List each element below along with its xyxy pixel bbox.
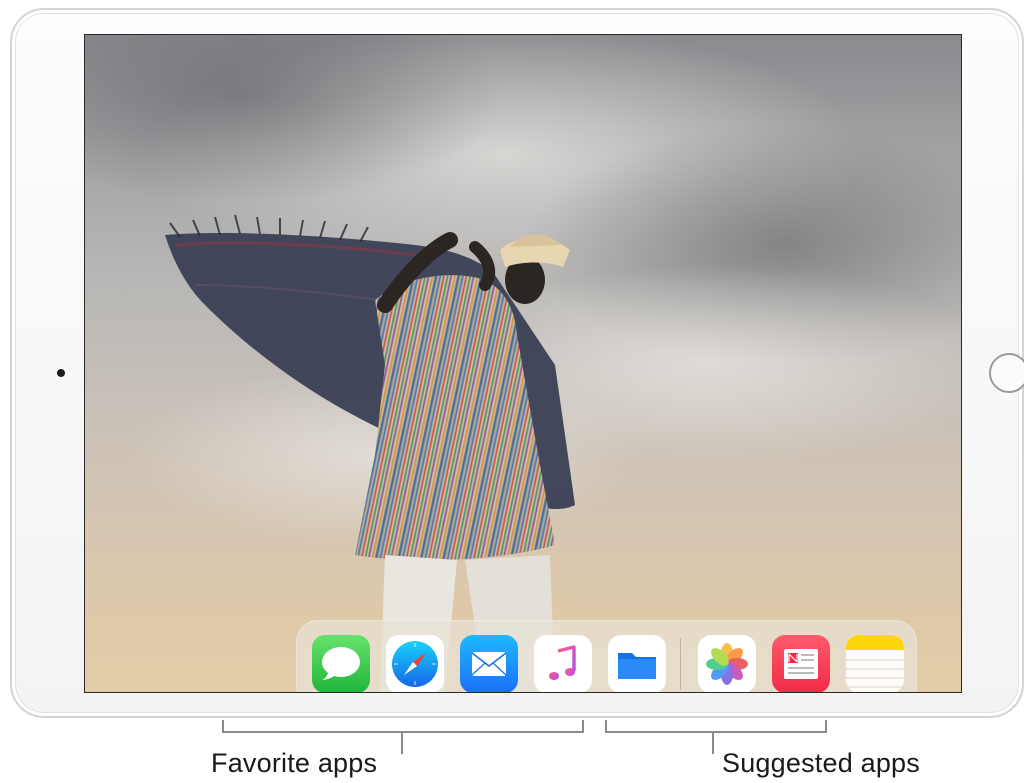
safari-icon[interactable] (386, 635, 444, 692)
favorite-apps-label: Favorite apps (211, 748, 378, 778)
front-camera (57, 369, 65, 377)
news-icon[interactable] (772, 635, 830, 692)
wallpaper-photo (85, 35, 961, 692)
dock-divider (680, 638, 681, 690)
notes-icon[interactable] (846, 635, 904, 692)
home-button[interactable] (989, 353, 1024, 393)
mail-icon[interactable] (460, 635, 518, 692)
home-screen (84, 34, 962, 693)
suggested-apps-label: Suggested apps (722, 748, 920, 778)
dock (296, 620, 917, 692)
files-icon[interactable] (608, 635, 666, 692)
photos-icon[interactable] (698, 635, 756, 692)
music-icon[interactable] (534, 635, 592, 692)
messages-icon[interactable] (312, 635, 370, 692)
